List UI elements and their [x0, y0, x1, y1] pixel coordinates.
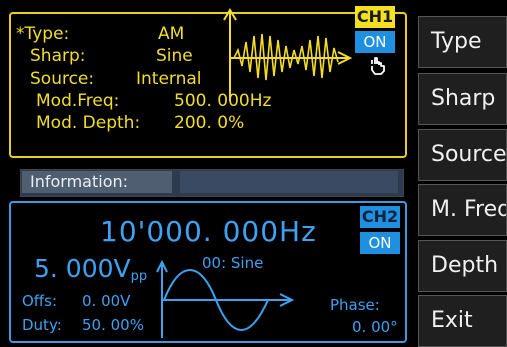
moddepth-value[interactable]: 200. 0% [174, 113, 244, 133]
ch2-amplitude[interactable]: 5. 000Vpp [34, 254, 147, 284]
menu-source-button[interactable]: Source [418, 129, 507, 181]
ch2-amplitude-value: 5. 000V [34, 254, 131, 283]
ch2-badge[interactable]: CH2 [360, 206, 400, 228]
source-value[interactable]: Internal [136, 69, 202, 89]
phase-label: Phase: [330, 296, 380, 314]
ch2-amplitude-unit: pp [130, 269, 148, 284]
offset-label: Offs: [22, 292, 58, 310]
information-label: Information: [22, 171, 172, 193]
menu-type-button[interactable]: Type [418, 16, 507, 68]
ch1-on-badge[interactable]: ON [355, 31, 395, 53]
ch1-badge[interactable]: CH1 [355, 6, 395, 28]
menu-depth-button[interactable]: Depth [418, 240, 507, 292]
sine-waveform-icon [156, 260, 295, 338]
ch2-on-badge[interactable]: ON [360, 232, 400, 254]
sharp-label: Sharp: [30, 46, 86, 66]
source-label: Source: [30, 69, 95, 89]
menu-exit-button[interactable]: Exit [418, 295, 507, 347]
duty-value[interactable]: 50. 00% [82, 316, 144, 334]
hand-pointer-icon [371, 57, 385, 75]
offset-value[interactable]: 0. 00V [82, 292, 130, 310]
menu-sharp-button[interactable]: Sharp [418, 73, 507, 125]
sharp-value[interactable]: Sine [156, 46, 193, 66]
generator-screen: *Type: AM Sharp: Sine Source: Internal M… [0, 0, 507, 347]
phase-value[interactable]: 0. 00° [352, 318, 398, 336]
am-waveform-icon [223, 8, 353, 101]
type-value[interactable]: AM [158, 24, 184, 44]
modfreq-label: Mod.Freq: [36, 91, 120, 111]
ch2-frequency[interactable]: 10'000. 000Hz [100, 215, 317, 248]
menu-mfreq-button[interactable]: M. Freq [418, 184, 507, 236]
information-field [180, 171, 398, 193]
type-label: *Type: [16, 24, 70, 44]
moddepth-label: Mod. Depth: [36, 113, 141, 133]
duty-label: Duty: [22, 316, 62, 334]
